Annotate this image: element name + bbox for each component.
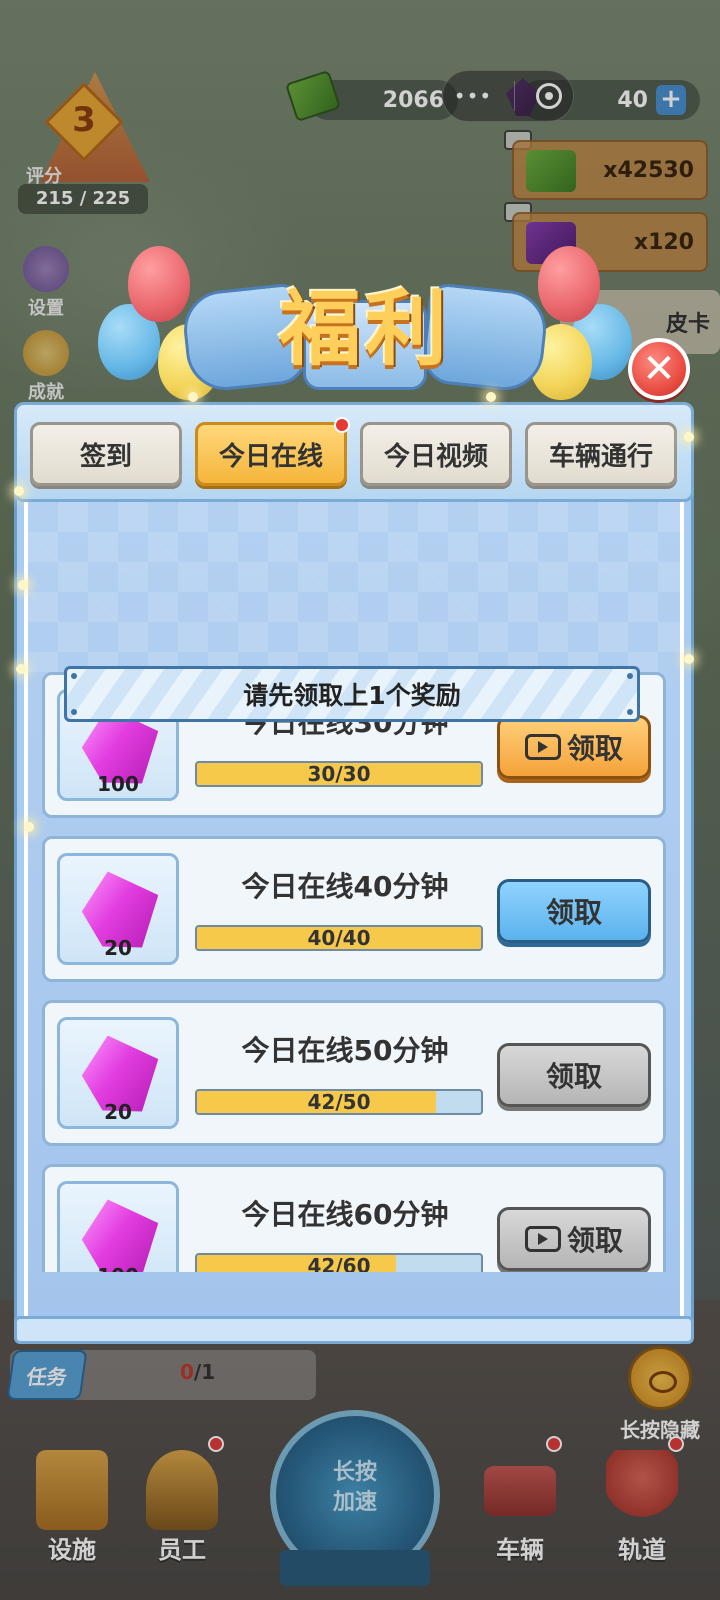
modal-title: 福利 [278, 282, 451, 377]
modal-pattern [28, 502, 680, 672]
tab-video-today[interactable]: 今日视频 [360, 422, 512, 486]
light-bulb [486, 392, 496, 402]
claim-button[interactable]: 领取 [497, 715, 651, 779]
toast-rivet [627, 709, 633, 715]
progress-text: 40/40 [307, 926, 371, 950]
toast-message: 请先领取上1个奖励 [64, 666, 640, 722]
toast-rivet [71, 673, 77, 679]
balloon-icon [538, 246, 600, 322]
close-icon: ✕ [642, 346, 676, 392]
list-item: 20 今日在线40分钟 40/40 领取 [42, 836, 666, 982]
reward-thumb: 100 [57, 1181, 179, 1272]
tab-vehicle-pass-label: 车辆通行 [548, 441, 653, 472]
reward-name: 今日在线50分钟 [241, 1034, 449, 1067]
progress-bar: 40/40 [195, 925, 483, 951]
gem-icon [77, 1193, 165, 1272]
reward-amount: 100 [97, 772, 139, 796]
tab-sign-in-label: 签到 [79, 441, 132, 472]
light-bulb [18, 580, 28, 590]
tab-online-today[interactable]: 今日在线 [195, 417, 350, 486]
tab-vehicle-pass[interactable]: 车辆通行 [525, 422, 677, 486]
reward-name: 今日在线60分钟 [241, 1198, 449, 1231]
light-bulb [14, 486, 24, 496]
tab-online-today-label: 今日在线 [218, 441, 323, 472]
close-button[interactable]: ✕ [628, 338, 690, 400]
claim-label: 领取 [566, 732, 623, 765]
tab-sign-in[interactable]: 签到 [30, 422, 182, 486]
claim-button[interactable]: 领取 [497, 879, 651, 943]
progress-bar: 30/30 [195, 761, 483, 787]
progress-text: 42/50 [307, 1090, 371, 1114]
reward-thumb: 20 [57, 1017, 179, 1129]
claim-button[interactable]: 领取 [497, 1207, 651, 1271]
progress-text: 30/30 [307, 762, 371, 786]
light-bulb [684, 654, 694, 664]
claim-label: 领取 [545, 1060, 602, 1093]
progress-bar: 42/50 [195, 1089, 483, 1115]
light-bulb [24, 822, 34, 832]
light-bulb [684, 432, 694, 442]
claim-button[interactable]: 领取 [497, 1043, 651, 1107]
tab-video-today-label: 今日视频 [383, 441, 488, 472]
light-bulb [188, 392, 198, 402]
list-item: 100 今日在线60分钟 42/60 领取 [42, 1164, 666, 1272]
reward-list[interactable]: 100 今日在线30分钟 30/30 领取 20 今日在线40分钟 40/40 … [42, 672, 666, 1272]
progress-text: 42/60 [307, 1254, 371, 1272]
reward-name: 今日在线40分钟 [241, 870, 449, 903]
claim-label: 领取 [545, 896, 602, 929]
reward-amount: 100 [60, 1264, 176, 1272]
balloon-icon [128, 246, 190, 322]
modal-footer [14, 1316, 694, 1344]
toast-rivet [71, 709, 77, 715]
list-item: 20 今日在线50分钟 42/50 领取 [42, 1000, 666, 1146]
reward-amount: 20 [104, 1100, 132, 1124]
light-bulb [16, 664, 26, 674]
video-icon [524, 734, 561, 760]
toast-text: 请先领取上1个奖励 [243, 681, 461, 710]
video-icon [524, 1226, 561, 1252]
reward-amount: 20 [104, 936, 132, 960]
progress-bar: 42/60 [195, 1253, 483, 1272]
notification-dot [334, 417, 350, 433]
claim-label: 领取 [566, 1224, 623, 1257]
toast-rivet [627, 673, 633, 679]
reward-thumb: 20 [57, 853, 179, 965]
